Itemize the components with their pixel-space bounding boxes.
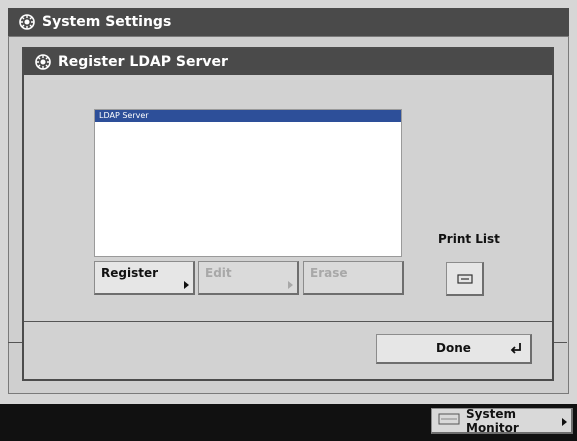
window-title-bar: System Settings: [8, 8, 569, 36]
system-monitor-button[interactable]: System Monitor: [431, 406, 573, 435]
screen: System Settings Register LDAP Server LDA…: [0, 0, 577, 404]
dialog-title-bar: Register LDAP Server: [24, 49, 552, 75]
frame-tick-left: [8, 342, 22, 343]
edit-button[interactable]: Edit: [198, 261, 299, 295]
register-ldap-dialog: Register LDAP Server LDAP Server Registe…: [22, 47, 554, 381]
list-header: LDAP Server: [95, 110, 401, 122]
monitor-icon: [438, 412, 460, 429]
arrow-right-icon: [562, 418, 567, 426]
print-list-button[interactable]: [446, 262, 484, 296]
arrow-right-icon: [288, 281, 293, 289]
dialog-title: Register LDAP Server: [58, 54, 228, 70]
window-title: System Settings: [42, 14, 172, 30]
settings-gear-icon: [34, 53, 52, 71]
arrow-right-icon: [184, 281, 189, 289]
erase-button[interactable]: Erase: [303, 261, 404, 295]
register-button-label: Register: [101, 266, 159, 280]
erase-button-label: Erase: [310, 266, 348, 280]
settings-gear-icon: [18, 13, 36, 31]
system-monitor-label: System Monitor: [466, 406, 519, 435]
return-arrow-icon: [510, 343, 521, 354]
print-list-label: Print List: [438, 232, 500, 246]
done-button-label: Done: [436, 341, 471, 355]
register-button[interactable]: Register: [94, 261, 195, 295]
ldap-server-list[interactable]: LDAP Server: [94, 109, 402, 257]
edit-button-label: Edit: [205, 266, 232, 280]
done-button[interactable]: Done: [376, 334, 532, 364]
printer-icon: [457, 274, 473, 284]
dialog-divider: [24, 321, 552, 322]
